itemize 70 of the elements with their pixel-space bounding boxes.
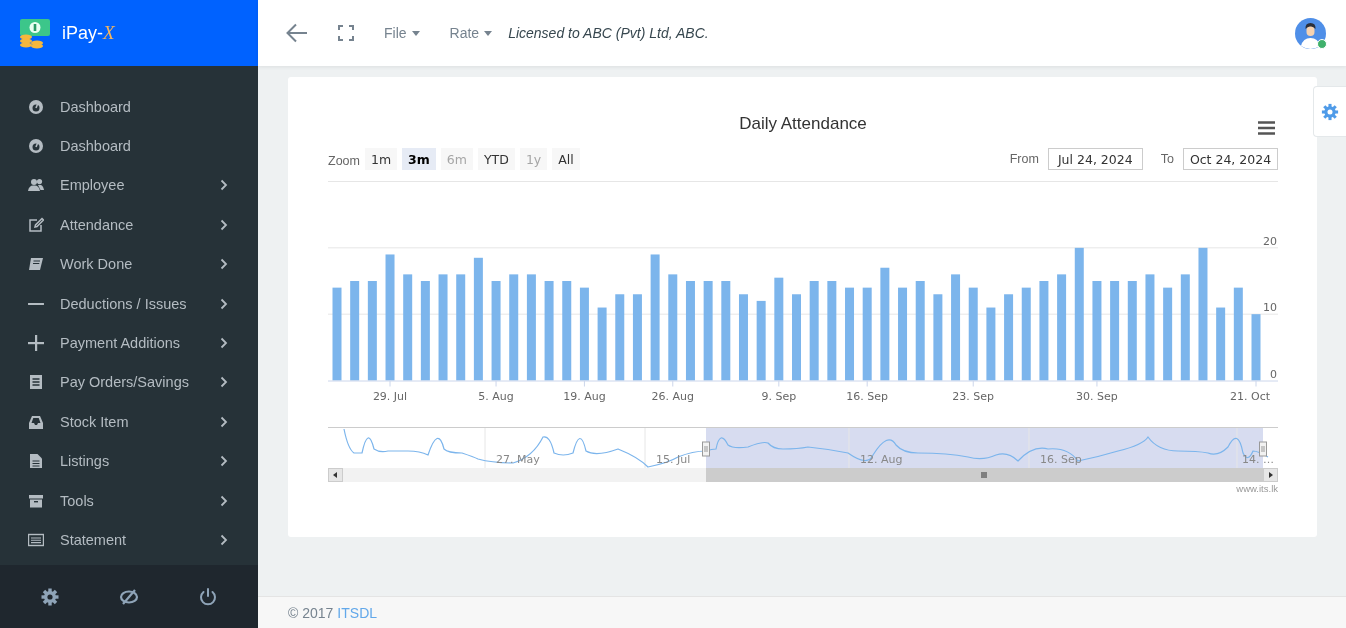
scrollbar-thumb[interactable] (706, 468, 1263, 482)
sidebar-item[interactable]: Listings (0, 441, 258, 481)
chart-title: Daily Attendance (738, 114, 868, 134)
axis-label: 19. Aug (563, 390, 606, 403)
axis-label: 0 (1270, 367, 1277, 381)
date-field[interactable]: Oct 24, 2024 (1183, 148, 1278, 170)
axis-label: 9. Sep (761, 390, 797, 403)
axis-label: 20 (1263, 234, 1277, 248)
to-label: To (1160, 152, 1174, 166)
zoom-button[interactable]: All (552, 148, 580, 170)
power-icon[interactable] (198, 586, 219, 607)
plus-icon (28, 335, 44, 352)
archive-icon (28, 492, 44, 509)
axis-label: 5. Aug (478, 390, 514, 403)
axis-label: 29. Jul (372, 390, 408, 403)
dashboard-icon (28, 138, 44, 155)
sidebar-item[interactable]: Payment Additions (0, 323, 258, 363)
document-icon (28, 374, 44, 391)
axis-label: 14. … (1242, 453, 1274, 466)
dashboard-icon (28, 98, 44, 115)
sidebar-item[interactable]: Deductions / Issues (0, 283, 258, 324)
sidebar-item[interactable]: Statement (0, 520, 258, 560)
scroll-left-button[interactable] (328, 468, 343, 482)
menu-dropdown[interactable]: File (384, 25, 420, 41)
axis-label: 21. Oct (1230, 390, 1270, 403)
axis-label: 30. Sep (1076, 390, 1118, 403)
axis-label: 26. Aug (651, 390, 695, 403)
license-text: Licensed to ABC (Pvt) Ltd, ABC. (508, 25, 709, 41)
scroll-right-button[interactable] (1263, 468, 1278, 482)
list-icon (28, 532, 44, 548)
file-icon (28, 453, 44, 470)
app-logo-text: iPay-X (62, 22, 115, 44)
back-arrow-icon[interactable] (286, 22, 308, 44)
sidebar-item[interactable]: Tools (0, 480, 258, 521)
menu-dropdown[interactable]: Rate (449, 25, 493, 41)
edit-icon (28, 216, 44, 233)
sidebar-item[interactable]: Stock Item (0, 402, 258, 442)
fullscreen-icon[interactable] (338, 25, 354, 41)
sidebar-item[interactable]: Work Done (0, 244, 258, 284)
zoom-label: Zoom (328, 154, 360, 168)
axis-label: 16. Sep (1040, 453, 1082, 466)
caret-icon (484, 30, 493, 36)
sidebar-item[interactable]: Attendance (0, 205, 258, 245)
sidebar-item[interactable]: Employee (0, 165, 258, 206)
bar (1251, 314, 1261, 381)
avatar-icon[interactable] (1295, 17, 1326, 49)
menu-icon[interactable] (1258, 121, 1275, 135)
range-handle[interactable] (702, 441, 710, 457)
caret-icon (411, 30, 420, 36)
axis-label: 10 (1263, 301, 1277, 315)
settings-tab[interactable] (1313, 86, 1346, 137)
settings-icon[interactable] (39, 586, 60, 607)
sidebar-item[interactable]: Dashboard (0, 126, 258, 166)
from-label: From (1009, 152, 1039, 166)
sidebar-item[interactable]: Pay Orders/Savings (0, 362, 258, 403)
settings-icon (1321, 102, 1339, 121)
money-logo-icon (18, 17, 52, 49)
minus-icon (28, 302, 44, 305)
axis-label: 16. Sep (846, 390, 889, 403)
copyright-text: © 2017 (288, 604, 334, 621)
book-icon (28, 256, 44, 273)
zoom-button[interactable]: 3m (402, 148, 436, 170)
inbox-icon (28, 413, 44, 430)
range-handle[interactable] (1259, 441, 1267, 457)
zoom-button[interactable]: 1m (364, 148, 398, 170)
sidebar-item[interactable]: Dashboard (0, 87, 258, 127)
users-icon (28, 177, 44, 194)
date-field[interactable]: Jul 24, 2024 (1047, 148, 1143, 170)
axis-label: 23. Sep (952, 390, 995, 403)
zoom-button[interactable]: YTD (477, 148, 515, 170)
